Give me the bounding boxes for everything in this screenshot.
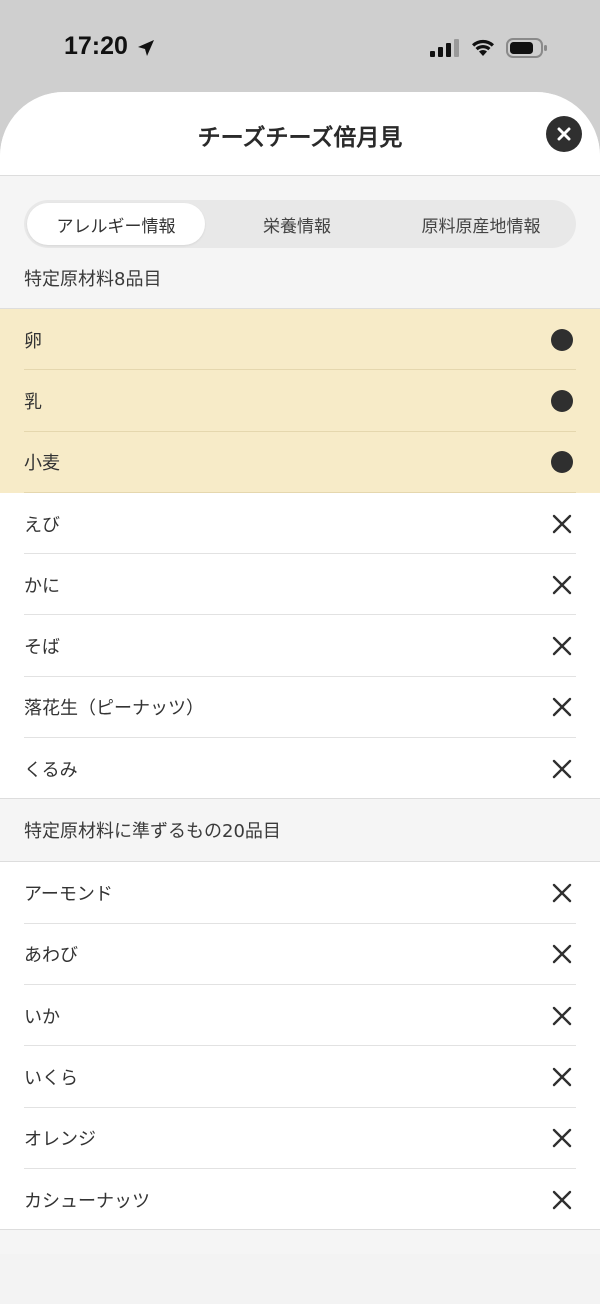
bottom-bar xyxy=(0,1254,600,1304)
list-item: 落花生（ピーナッツ） xyxy=(0,677,600,739)
not-contained-x-icon xyxy=(552,1067,572,1087)
allergen-name: 乳 xyxy=(24,391,42,413)
allergen-name: そば xyxy=(24,637,60,659)
not-contained-x-icon xyxy=(552,759,572,778)
location-arrow-icon xyxy=(138,40,154,56)
list-item: カシューナッツ xyxy=(0,1169,600,1231)
list-item: かに xyxy=(0,554,600,616)
list-item: いか xyxy=(0,985,600,1047)
not-contained-x-icon xyxy=(552,698,572,717)
allergen-name: いか xyxy=(24,1006,60,1028)
tab-nutrition[interactable]: 栄養情報 xyxy=(205,203,389,245)
not-contained-x-icon xyxy=(552,1129,572,1148)
allergen-name: かに xyxy=(24,575,60,597)
status-bar: 17:20 xyxy=(0,0,600,95)
sheet-header: チーズチーズ倍月見 xyxy=(0,92,600,176)
list-item: 卵 xyxy=(0,309,600,371)
list-item: えび xyxy=(0,493,600,555)
allergen-name: カシューナッツ xyxy=(24,1190,150,1212)
allergy-sheet: チーズチーズ倍月見 アレルギー情報 栄養情報 原料原産地情報 特定原材料8品目 … xyxy=(0,92,600,1304)
contains-dot-icon xyxy=(551,451,573,474)
status-time: 17:20 xyxy=(64,32,128,60)
allergen-name: オレンジ xyxy=(24,1129,96,1151)
not-contained-x-icon xyxy=(552,514,572,533)
list-item: 乳 xyxy=(0,370,600,432)
wifi-icon xyxy=(472,39,494,56)
allergen-list: 卵乳小麦えびかにそば落花生（ピーナッツ） くるみ xyxy=(0,308,600,800)
tab-allergy[interactable]: アレルギー情報 xyxy=(27,203,205,245)
not-contained-x-icon xyxy=(552,1006,572,1025)
allergen-name: アーモンド xyxy=(24,884,113,906)
page-title: チーズチーズ倍月見 xyxy=(197,125,403,151)
contains-dot-icon xyxy=(551,328,573,351)
allergen-list: アーモンドあわびいかいくらオレンジカシューナッツ xyxy=(0,861,600,1231)
section-title: 特定原材料に準ずるもの20品目 xyxy=(24,821,281,843)
allergen-name: くるみ xyxy=(24,759,78,781)
not-contained-x-icon xyxy=(552,1190,572,1209)
list-item: そば xyxy=(0,615,600,678)
list-item: 小麦 xyxy=(0,431,600,494)
close-icon xyxy=(557,127,571,141)
list-item: アーモンド xyxy=(0,862,600,924)
close-button[interactable] xyxy=(546,116,582,152)
list-item: くるみ xyxy=(0,738,600,800)
allergen-name: 落花生（ピーナッツ） xyxy=(24,698,204,720)
tab-origin[interactable]: 原料原産地情報 xyxy=(389,203,573,245)
list-item: いくら xyxy=(0,1046,600,1108)
list-item: オレンジ xyxy=(0,1108,600,1170)
allergen-name: いくら xyxy=(24,1067,78,1089)
not-contained-x-icon xyxy=(552,883,572,903)
allergen-name: 卵 xyxy=(24,330,42,352)
list-item: あわび xyxy=(0,924,600,986)
not-contained-x-icon xyxy=(552,636,572,656)
allergen-name: えび xyxy=(24,514,60,536)
contains-dot-icon xyxy=(551,389,573,412)
battery-icon xyxy=(506,38,547,58)
allergen-name: あわび xyxy=(24,945,78,967)
allergen-name: 小麦 xyxy=(24,453,60,475)
not-contained-x-icon xyxy=(552,575,572,595)
cellular-signal-icon xyxy=(430,39,459,57)
segmented-tabs: アレルギー情報 栄養情報 原料原産地情報 xyxy=(24,200,576,248)
not-contained-x-icon xyxy=(552,945,572,964)
section-title: 特定原材料8品目 xyxy=(24,269,162,290)
